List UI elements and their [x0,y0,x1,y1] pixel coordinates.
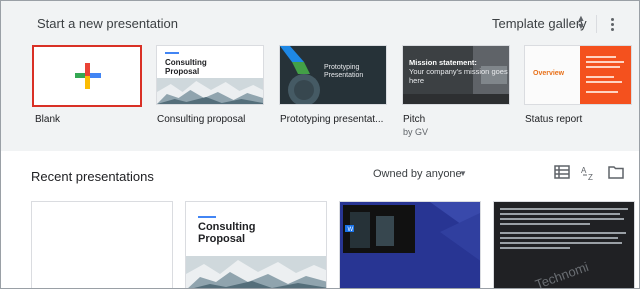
template-gallery-section: Start a new presentation Template galler… [1,1,639,151]
unfold-icon[interactable]: ▲ ▼ [575,14,587,34]
mountain-image [186,256,326,288]
slides-home: Start a new presentation Template galler… [0,0,640,289]
template-label: Prototyping presentat... [280,114,384,125]
thumbnail-title: Consulting Proposal [165,58,207,76]
template-label: Status report [525,114,583,125]
thumbnail-text: Mission statement: Your company's missio… [409,58,508,85]
folder-icon[interactable] [608,165,626,181]
recent-file-card[interactable] [31,201,173,288]
plus-icon [75,63,101,89]
thumbnail-title: Consulting Proposal [198,221,256,245]
template-label: Blank [35,114,61,125]
template-thumbnail[interactable] [32,45,142,107]
template-prototyping-presentation[interactable]: Prototyping Presentation Prototyping pre… [279,45,387,125]
status-panel [580,46,631,104]
owner-filter-dropdown[interactable]: Owned by anyone [373,168,462,180]
recent-file-card[interactable]: Consulting Proposal [185,201,327,288]
recent-file-card[interactable]: W [339,201,481,288]
template-thumbnail[interactable]: Mission statement: Your company's missio… [402,45,510,105]
sort-az-icon[interactable]: AZ [581,165,599,182]
gallery-title: Start a new presentation [37,16,178,31]
template-thumbnail[interactable]: Prototyping Presentation [279,45,387,105]
list-view-icon[interactable] [554,165,572,181]
more-vert-icon[interactable] [608,16,616,34]
chevron-down-icon[interactable]: ▼ [459,169,467,178]
svg-text:W: W [348,227,354,233]
thumbnail-title: Overview [533,70,565,77]
template-consulting-proposal[interactable]: Consulting Proposal Consulting proposal [156,45,264,125]
template-thumbnail[interactable]: Consulting Proposal [156,45,264,105]
recent-section-title: Recent presentations [31,169,154,184]
thumbnail-title: Prototyping Presentation [324,64,364,79]
template-status-report[interactable]: Overview Status report [524,45,632,125]
template-label: Pitch [403,114,426,125]
recent-file-card[interactable]: Technomi [493,201,635,288]
template-blank[interactable]: Blank [32,45,142,125]
template-pitch[interactable]: Mission statement: Your company's missio… [402,45,510,137]
template-gallery-button[interactable]: Template gallery [492,16,587,31]
template-label: Consulting proposal [157,114,246,125]
svg-text:Z: Z [588,173,593,181]
template-author: by GV [403,127,429,137]
template-thumbnail[interactable]: Overview [524,45,632,105]
svg-text:A: A [581,166,587,175]
divider [596,15,597,33]
slide-graphic: W [340,202,480,288]
mountain-image [157,78,263,104]
